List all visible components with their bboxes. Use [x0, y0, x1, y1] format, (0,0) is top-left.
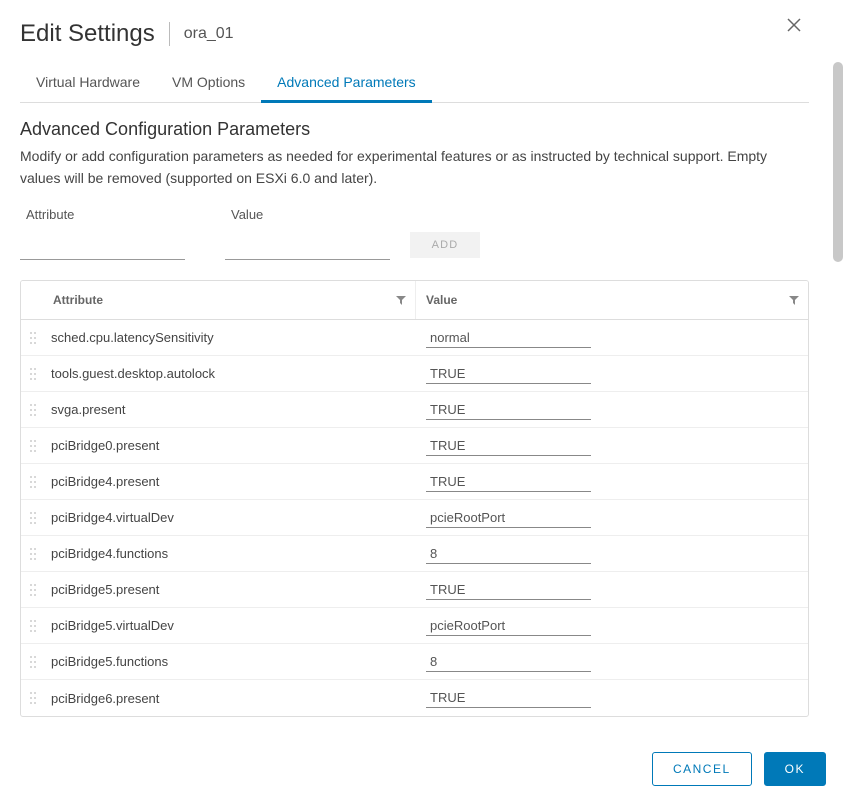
- table-row: pciBridge0.present: [21, 428, 808, 464]
- value-field[interactable]: [426, 472, 591, 492]
- cell-value: [416, 436, 808, 456]
- column-header-attribute-label: Attribute: [53, 293, 103, 307]
- cell-value: [416, 652, 808, 672]
- drag-handle-icon[interactable]: [21, 583, 45, 597]
- dialog-footer: CANCEL OK: [0, 739, 846, 799]
- value-field[interactable]: [426, 364, 591, 384]
- table-row: pciBridge4.functions: [21, 536, 808, 572]
- dialog-subtitle: ora_01: [184, 25, 234, 43]
- drag-handle-icon[interactable]: [21, 367, 45, 381]
- table-body: sched.cpu.latencySensitivity tools.guest.…: [21, 320, 808, 716]
- filter-icon[interactable]: [788, 294, 800, 306]
- cell-value: [416, 508, 808, 528]
- table-row: pciBridge4.virtualDev: [21, 500, 808, 536]
- cell-attribute: pciBridge0.present: [45, 438, 416, 453]
- add-param-row: Attribute Value ADD: [20, 207, 809, 260]
- value-field[interactable]: [426, 544, 591, 564]
- value-input-group: Value: [225, 207, 390, 260]
- drag-handle-icon[interactable]: [21, 691, 45, 705]
- table-row: svga.present: [21, 392, 808, 428]
- drag-handle-icon[interactable]: [21, 655, 45, 669]
- column-header-value-label: Value: [426, 293, 457, 307]
- table-row: sched.cpu.latencySensitivity: [21, 320, 808, 356]
- table-row: pciBridge5.virtualDev: [21, 608, 808, 644]
- close-icon[interactable]: [787, 18, 801, 32]
- cell-value: [416, 616, 808, 636]
- cell-attribute: sched.cpu.latencySensitivity: [45, 330, 416, 345]
- drag-handle-icon[interactable]: [21, 619, 45, 633]
- cell-attribute: pciBridge4.virtualDev: [45, 510, 416, 525]
- tab-virtual-hardware[interactable]: Virtual Hardware: [20, 66, 156, 103]
- value-field[interactable]: [426, 652, 591, 672]
- drag-handle-icon[interactable]: [21, 331, 45, 345]
- value-field[interactable]: [426, 616, 591, 636]
- value-field[interactable]: [426, 580, 591, 600]
- attribute-input-group: Attribute: [20, 207, 185, 260]
- dialog-content: Edit Settings ora_01 Virtual Hardware VM…: [0, 0, 829, 739]
- drag-handle-icon[interactable]: [21, 439, 45, 453]
- drag-handle-icon[interactable]: [21, 475, 45, 489]
- attribute-input-label: Attribute: [20, 207, 185, 222]
- cancel-button[interactable]: CANCEL: [652, 752, 752, 786]
- edit-settings-dialog: Edit Settings ora_01 Virtual Hardware VM…: [0, 0, 846, 799]
- drag-handle-icon[interactable]: [21, 403, 45, 417]
- add-button[interactable]: ADD: [410, 232, 480, 258]
- value-field[interactable]: [426, 400, 591, 420]
- cell-attribute: pciBridge5.functions: [45, 654, 416, 669]
- column-header-attribute[interactable]: Attribute: [21, 281, 416, 319]
- tab-bar: Virtual Hardware VM Options Advanced Par…: [20, 66, 809, 103]
- table-row: pciBridge6.present: [21, 680, 808, 716]
- attribute-input[interactable]: [20, 236, 185, 260]
- cell-value: [416, 364, 808, 384]
- column-header-value[interactable]: Value: [416, 281, 808, 319]
- parameters-table: Attribute Value sched.cpu.latencySensiti…: [20, 280, 809, 717]
- cell-value: [416, 580, 808, 600]
- value-field[interactable]: [426, 328, 591, 348]
- table-row: tools.guest.desktop.autolock: [21, 356, 808, 392]
- dialog-title: Edit Settings: [20, 20, 155, 48]
- cell-value: [416, 472, 808, 492]
- value-field[interactable]: [426, 508, 591, 528]
- filter-icon[interactable]: [395, 294, 407, 306]
- title-divider: [169, 22, 170, 46]
- value-field[interactable]: [426, 436, 591, 456]
- section-description: Modify or add configuration parameters a…: [20, 146, 809, 189]
- cell-attribute: pciBridge5.virtualDev: [45, 618, 416, 633]
- drag-handle-icon[interactable]: [21, 547, 45, 561]
- cell-attribute: pciBridge4.functions: [45, 546, 416, 561]
- value-field[interactable]: [426, 688, 591, 708]
- dialog-header: Edit Settings ora_01: [20, 20, 809, 48]
- table-row: pciBridge4.present: [21, 464, 808, 500]
- cell-value: [416, 400, 808, 420]
- cell-attribute: tools.guest.desktop.autolock: [45, 366, 416, 381]
- ok-button[interactable]: OK: [764, 752, 826, 786]
- value-input[interactable]: [225, 236, 390, 260]
- cell-attribute: svga.present: [45, 402, 416, 417]
- tab-advanced-parameters[interactable]: Advanced Parameters: [261, 66, 432, 103]
- value-input-label: Value: [225, 207, 390, 222]
- cell-attribute: pciBridge5.present: [45, 582, 416, 597]
- cell-value: [416, 688, 808, 708]
- cell-value: [416, 328, 808, 348]
- section-title: Advanced Configuration Parameters: [20, 119, 809, 140]
- cell-attribute: pciBridge6.present: [45, 691, 416, 706]
- cell-value: [416, 544, 808, 564]
- table-header: Attribute Value: [21, 281, 808, 320]
- table-row: pciBridge5.present: [21, 572, 808, 608]
- cell-attribute: pciBridge4.present: [45, 474, 416, 489]
- drag-handle-icon[interactable]: [21, 511, 45, 525]
- tab-vm-options[interactable]: VM Options: [156, 66, 261, 103]
- scrollbar-thumb[interactable]: [833, 62, 843, 262]
- table-row: pciBridge5.functions: [21, 644, 808, 680]
